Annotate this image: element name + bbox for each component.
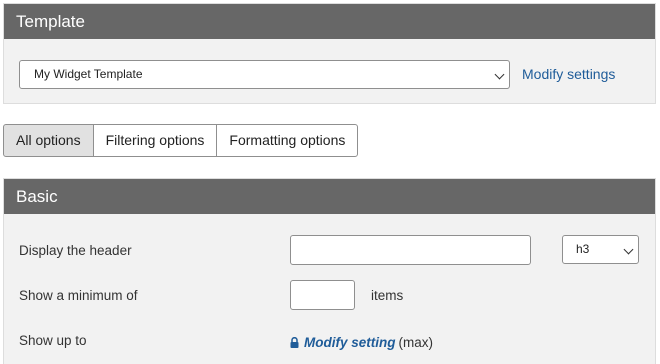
tab-all-options[interactable]: All options [3,124,94,157]
template-select[interactable]: My Widget Template [19,60,510,89]
tab-filtering-options[interactable]: Filtering options [92,124,218,157]
minimum-items-input[interactable] [290,280,355,310]
options-tabs: All options Filtering options Formatting… [3,124,359,157]
modify-setting-group: Modify setting (max) [290,335,433,350]
template-panel: Template My Widget Template Modify setti… [3,3,656,104]
header-text-input[interactable] [290,235,531,265]
modify-setting-link[interactable]: Modify setting [304,335,396,350]
chevron-down-icon [623,244,634,255]
max-note: (max) [398,335,434,350]
lock-icon [290,337,299,348]
chevron-down-icon [494,69,505,80]
show-up-to-label: Show up to [19,333,87,348]
minimum-label: Show a minimum of [19,288,138,303]
template-header: Template [4,4,655,39]
modify-settings-link[interactable]: Modify settings [522,66,615,82]
tab-formatting-options[interactable]: Formatting options [216,124,359,157]
display-header-label: Display the header [19,243,132,258]
items-label: items [371,288,404,303]
basic-panel: Basic Display the header h3 Show a minim… [3,178,656,364]
header-level-value: h3 [576,242,590,256]
basic-header: Basic [4,179,655,214]
header-level-select[interactable]: h3 [562,235,639,264]
template-select-value: My Widget Template [34,67,143,81]
